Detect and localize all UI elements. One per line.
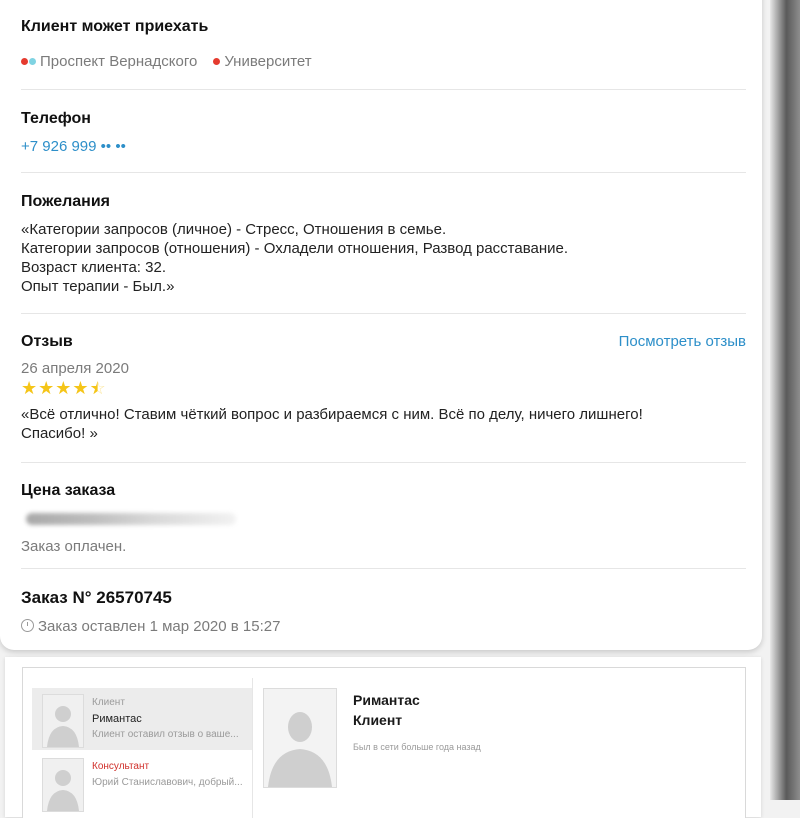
metro-station-name: Проспект Вернадского bbox=[40, 53, 198, 70]
profile-info: Римантас Клиент Был в сети больше года н… bbox=[353, 690, 481, 752]
conversation-name: Римантас bbox=[92, 713, 142, 725]
metro-title: Клиент может приехать bbox=[21, 18, 209, 35]
person-icon bbox=[268, 712, 332, 787]
conversation-preview: Юрий Станиславович, добрый... bbox=[92, 777, 243, 788]
divider bbox=[21, 313, 746, 314]
clock-icon bbox=[21, 619, 34, 632]
wishes-text: «Категории запросов (личное) - Стресс, О… bbox=[21, 220, 746, 296]
price-value-blurred bbox=[26, 513, 236, 525]
review-line: «Всё отлично! Ставим чёткий вопрос и раз… bbox=[21, 406, 643, 423]
wishes-section: Пожелания «Категории запросов (личное) -… bbox=[21, 193, 746, 296]
conversation-role: Консультант bbox=[92, 761, 150, 772]
divider bbox=[21, 568, 746, 569]
wishes-line: «Категории запросов (личное) - Стресс, О… bbox=[21, 221, 447, 238]
conversation-item[interactable]: Консультант Юрий Станиславович, добрый..… bbox=[32, 752, 252, 814]
star-icon: ★ bbox=[72, 378, 89, 398]
order-details-card: Клиент может приехать Проспект Вернадско… bbox=[0, 0, 762, 650]
price-title: Цена заказа bbox=[21, 482, 116, 499]
conversation-role: Клиент bbox=[92, 697, 125, 708]
metro-section: Клиент может приехать Проспект Вернадско… bbox=[21, 18, 746, 70]
metro-line-icon bbox=[21, 58, 36, 65]
review-date: 26 апреля 2020 bbox=[21, 360, 129, 377]
avatar bbox=[42, 694, 84, 748]
window-edge bbox=[770, 0, 800, 800]
profile-role: Клиент bbox=[353, 712, 403, 728]
view-review-link[interactable]: Посмотреть отзыв bbox=[619, 333, 746, 350]
price-section: Цена заказа Заказ оплачен. bbox=[21, 482, 746, 555]
avatar bbox=[42, 758, 84, 812]
order-info-section: Заказ N° 26570745 Заказ оставлен 1 мар 2… bbox=[21, 588, 746, 635]
review-title: Отзыв bbox=[21, 333, 73, 350]
person-icon bbox=[47, 770, 79, 811]
star-icon: ★ bbox=[55, 378, 72, 398]
wishes-line: Возраст клиента: 32. bbox=[21, 259, 166, 276]
divider bbox=[21, 172, 746, 173]
conversation-item[interactable]: Клиент Римантас Клиент оставил отзыв о в… bbox=[32, 688, 252, 750]
metro-list: Проспект Вернадского Университет bbox=[21, 53, 746, 70]
conversation-text: Клиент Римантас Клиент оставил отзыв о в… bbox=[92, 688, 239, 750]
phone-section: Телефон +7 926 999 •• •• bbox=[21, 110, 746, 155]
chat-container: Клиент Римантас Клиент оставил отзыв о в… bbox=[22, 667, 746, 818]
order-number: Заказ N° 26570745 bbox=[21, 588, 172, 607]
phone-link[interactable]: +7 926 999 •• •• bbox=[21, 138, 746, 155]
wishes-title: Пожелания bbox=[21, 193, 110, 210]
metro-station-name: Университет bbox=[224, 53, 312, 70]
metro-station: Проспект Вернадского bbox=[21, 53, 197, 70]
person-icon bbox=[47, 706, 79, 747]
wishes-line: Опыт терапии - Был.» bbox=[21, 278, 175, 295]
conversation-text: Консультант Юрий Станиславович, добрый..… bbox=[92, 752, 243, 814]
chat-panel: Клиент Римантас Клиент оставил отзыв о в… bbox=[5, 657, 761, 818]
phone-title: Телефон bbox=[21, 110, 91, 127]
order-created-row: Заказ оставлен 1 мар 2020 в 15:27 bbox=[21, 618, 746, 635]
wishes-line: Категории запросов (отношения) - Охладел… bbox=[21, 240, 569, 257]
metro-line-icon bbox=[213, 58, 221, 65]
review-section: Отзыв Посмотреть отзыв 26 апреля 2020 ★ … bbox=[21, 333, 746, 443]
review-line: Спасибо! » bbox=[21, 425, 98, 442]
paid-status: Заказ оплачен. bbox=[21, 538, 127, 555]
star-icon: ★ bbox=[21, 378, 38, 398]
last-seen: Был в сети больше года назад bbox=[353, 742, 481, 752]
rating-stars: ★ ★ ★ ★ ★ ☆ bbox=[21, 379, 746, 397]
metro-station: Университет bbox=[213, 53, 312, 70]
divider bbox=[21, 89, 746, 90]
conversation-preview: Клиент оставил отзыв о ваше... bbox=[92, 729, 239, 740]
star-icon: ★ bbox=[38, 378, 55, 398]
half-star-icon: ★ ☆ bbox=[89, 378, 106, 398]
profile-avatar bbox=[263, 688, 337, 788]
divider bbox=[252, 678, 253, 818]
order-created: Заказ оставлен 1 мар 2020 в 15:27 bbox=[38, 618, 281, 635]
review-text: «Всё отлично! Ставим чёткий вопрос и раз… bbox=[21, 405, 746, 443]
profile-name: Римантас bbox=[353, 692, 420, 708]
divider bbox=[21, 462, 746, 463]
